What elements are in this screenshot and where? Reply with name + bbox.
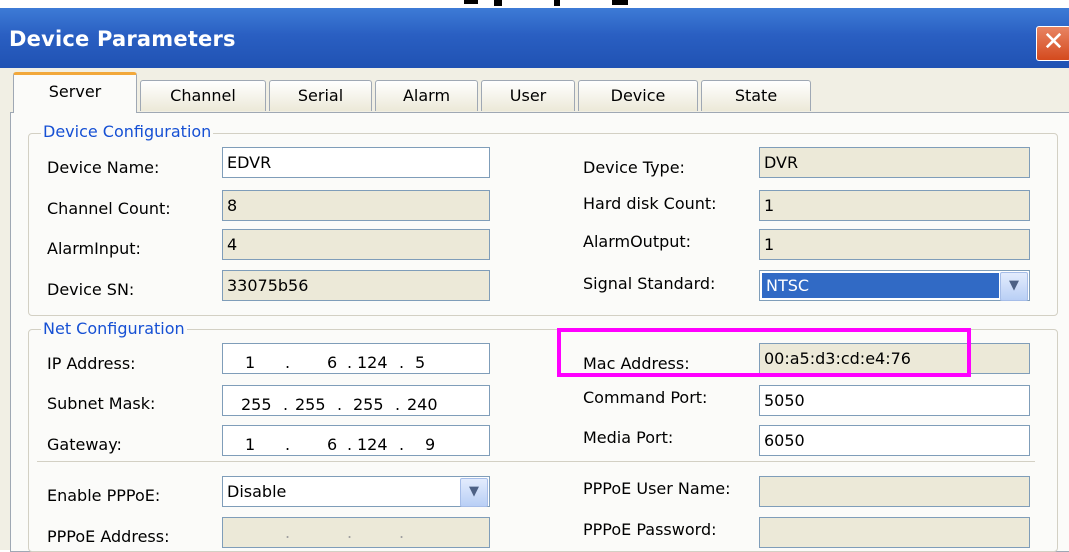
subnet-mask-input[interactable]: 255 . 255 . 255 . 240 <box>222 385 490 416</box>
close-icon[interactable]: ✕ <box>1036 26 1069 61</box>
ip-address-input[interactable]: 1 . 6 . 124 . 5 <box>222 343 490 374</box>
divider <box>37 461 1035 462</box>
tab-serial[interactable]: Serial <box>269 80 372 111</box>
ip-address-label: IP Address: <box>47 354 136 373</box>
ip-dot: . <box>399 353 405 372</box>
alarm-input-label: AlarmInput: <box>47 239 141 258</box>
ip-dot: . <box>337 395 343 414</box>
pppoe-password-label: PPPoE Password: <box>583 520 717 539</box>
ip-octet: 1 <box>245 353 256 372</box>
gateway-octet: 124 <box>357 435 388 454</box>
ip-dot: . <box>347 435 353 454</box>
tab-alarm[interactable]: Alarm <box>375 80 478 111</box>
device-type-label: Device Type: <box>583 158 685 177</box>
device-configuration-label: Device Configuration <box>41 122 214 141</box>
pppoe-user-name-label: PPPoE User Name: <box>583 479 731 498</box>
ip-dot: . <box>395 395 401 414</box>
gateway-input[interactable]: 1 . 6 . 124 . 9 <box>222 425 490 456</box>
ip-dot: . <box>399 435 405 454</box>
ip-dot: . <box>285 353 291 372</box>
media-port-label: Media Port: <box>583 428 674 447</box>
top-edge <box>0 0 1069 8</box>
ip-dot: . <box>347 353 353 372</box>
gateway-octet: 9 <box>425 435 436 454</box>
subnet-mask-label: Subnet Mask: <box>47 394 156 413</box>
signal-standard-label: Signal Standard: <box>583 274 716 293</box>
alarm-output-field: 1 <box>759 229 1030 260</box>
ip-octet: 5 <box>415 353 426 372</box>
pppoe-address-label: PPPoE Address: <box>47 527 170 546</box>
alarm-output-label: AlarmOutput: <box>583 232 692 251</box>
command-port-input[interactable]: 5050 <box>759 385 1030 416</box>
media-port-input[interactable]: 6050 <box>759 425 1030 456</box>
hard-disk-count-label: Hard disk Count: <box>583 194 717 213</box>
ip-dot: . <box>283 395 289 414</box>
enable-pppoe-select[interactable]: Disable ▼ <box>222 476 490 507</box>
subnet-octet: 255 <box>295 395 326 414</box>
window-title: Device Parameters <box>9 27 236 51</box>
tab-device[interactable]: Device <box>578 80 698 111</box>
ip-dot: . <box>285 435 291 454</box>
device-type-field: DVR <box>759 147 1030 178</box>
tab-server[interactable]: Server <box>13 72 137 113</box>
subnet-octet: 255 <box>241 395 272 414</box>
gateway-label: Gateway: <box>47 435 122 454</box>
tab-state[interactable]: State <box>701 80 811 111</box>
ip-dot: . <box>347 523 353 542</box>
device-sn-field: 33075b56 <box>222 270 490 301</box>
tab-channel[interactable]: Channel <box>140 80 266 111</box>
mac-address-highlight <box>557 328 971 377</box>
ip-dot: . <box>285 523 291 542</box>
chevron-down-icon[interactable]: ▼ <box>460 478 488 507</box>
alarm-input-field: 4 <box>222 229 490 260</box>
subnet-octet: 240 <box>407 395 438 414</box>
device-name-input[interactable]: EDVR <box>222 147 490 178</box>
pppoe-user-name-field <box>759 476 1030 507</box>
device-name-label: Device Name: <box>47 158 160 177</box>
pppoe-address-field: . . . <box>222 517 490 548</box>
ip-dot: . <box>399 523 405 542</box>
signal-standard-value: NTSC <box>762 273 999 298</box>
ip-octet: 6 <box>327 353 338 372</box>
pppoe-password-field <box>759 517 1030 548</box>
signal-standard-select[interactable]: NTSC ▼ <box>759 270 1030 301</box>
gateway-octet: 1 <box>245 435 256 454</box>
tab-user[interactable]: User <box>481 80 575 111</box>
hard-disk-count-field: 1 <box>759 190 1030 221</box>
channel-count-field: 8 <box>222 190 490 221</box>
net-configuration-label: Net Configuration <box>41 319 187 338</box>
subnet-octet: 255 <box>353 395 384 414</box>
ip-octet: 124 <box>357 353 388 372</box>
command-port-label: Command Port: <box>583 388 708 407</box>
gateway-octet: 6 <box>327 435 338 454</box>
chevron-down-icon[interactable]: ▼ <box>1000 272 1028 301</box>
cropped-text-decoration <box>464 0 628 6</box>
enable-pppoe-value: Disable <box>227 482 287 501</box>
enable-pppoe-label: Enable PPPoE: <box>47 486 161 505</box>
title-bar: Device Parameters ✕ <box>0 8 1069 68</box>
channel-count-label: Channel Count: <box>47 199 171 218</box>
device-sn-label: Device SN: <box>47 280 135 299</box>
